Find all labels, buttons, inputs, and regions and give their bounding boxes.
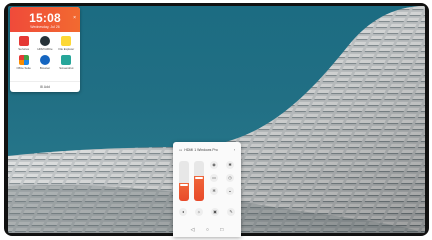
app-item[interactable]: Services	[13, 36, 34, 51]
control-center: ▭ HDMI 1 Windows Pro › ◉ ✱ ▭ ◷ ✻ ◒ ◂ ☼ ▣…	[173, 142, 241, 237]
chevron-right-icon: ›	[233, 148, 235, 152]
source-selector[interactable]: ▭ HDMI 1 Windows Pro ›	[173, 142, 241, 152]
nav-bar: ◁ ○ □	[173, 227, 241, 233]
folder-icon	[61, 36, 72, 46]
app-label: Services	[18, 47, 30, 51]
volume-slider[interactable]	[194, 161, 204, 201]
clock-widget: 15:08 Wednesday, Jul 26 × Services HDMI …	[10, 7, 80, 92]
slider-group	[179, 161, 204, 201]
app-item[interactable]: Office Suite	[13, 55, 34, 70]
clock-date: Wednesday, Jul 26	[30, 25, 60, 29]
app-label: Office Suite	[16, 66, 31, 70]
hdmi-icon: ▭	[179, 148, 183, 152]
brightness-knob[interactable]	[180, 184, 188, 186]
globe-icon	[39, 55, 50, 65]
app-label: File Explorer	[58, 47, 75, 51]
volume-fill	[194, 176, 204, 201]
settings-button[interactable]: ✱	[226, 161, 234, 169]
app-item[interactable]: Screenshot	[56, 55, 77, 70]
app-grid: Services HDMI ARCe File Explorer Office …	[10, 32, 80, 70]
screen-mirror-button[interactable]: ▭	[210, 174, 218, 182]
clock-time: 15:08	[29, 11, 61, 25]
add-widget-button[interactable]: ⊞ Add	[10, 81, 80, 89]
app-label: HDMI ARCe	[37, 47, 53, 51]
brightness-button[interactable]: ☼	[195, 208, 203, 216]
home-icon[interactable]: ○	[206, 227, 209, 233]
lock-button[interactable]: ◒	[226, 187, 234, 195]
annotate-button[interactable]: ✎	[227, 208, 235, 216]
close-icon[interactable]: ×	[73, 15, 76, 21]
volume-knob[interactable]	[195, 177, 203, 180]
app-label: Screenshot	[59, 66, 74, 70]
volume-button[interactable]: ◂	[179, 208, 187, 216]
layers-icon	[61, 55, 72, 65]
source-label: HDMI 1 Windows Pro	[184, 148, 218, 152]
eye-icon: ◉	[212, 162, 216, 167]
cast-icon: ▭	[212, 175, 216, 180]
freeze-button[interactable]: ✻	[210, 187, 218, 195]
timer-button[interactable]: ◷	[226, 174, 234, 182]
back-icon[interactable]: ◁	[191, 227, 195, 233]
document-icon	[18, 36, 29, 46]
clock-icon: ◷	[228, 175, 232, 180]
recents-icon[interactable]: □	[220, 227, 223, 233]
add-label: Add	[43, 85, 50, 89]
app-label: Browser	[39, 66, 51, 70]
screenshot-button[interactable]: ▣	[211, 208, 219, 216]
lock-icon: ◒	[228, 188, 232, 193]
gear-icon: ✱	[228, 162, 232, 167]
clock-header: 15:08 Wednesday, Jul 26 ×	[10, 7, 80, 32]
bottom-buttons: ◂ ☼ ▣ ✎	[179, 208, 235, 216]
speaker-icon: ◂	[181, 209, 184, 214]
app-item[interactable]: HDMI ARCe	[34, 36, 55, 51]
pen-icon: ✎	[229, 209, 233, 214]
camera-icon: ▣	[213, 209, 217, 214]
app-item[interactable]: File Explorer	[56, 36, 77, 51]
app-item[interactable]: Browser	[34, 55, 55, 70]
brightness-slider[interactable]	[179, 161, 189, 201]
eye-care-button[interactable]: ◉	[210, 161, 218, 169]
sun-icon: ☼	[197, 209, 201, 214]
gear-icon	[39, 36, 50, 46]
snowflake-icon: ✻	[212, 188, 216, 193]
quick-buttons: ◉ ✱ ▭ ◷ ✻ ◒	[210, 161, 234, 195]
grid-icon	[18, 55, 29, 65]
